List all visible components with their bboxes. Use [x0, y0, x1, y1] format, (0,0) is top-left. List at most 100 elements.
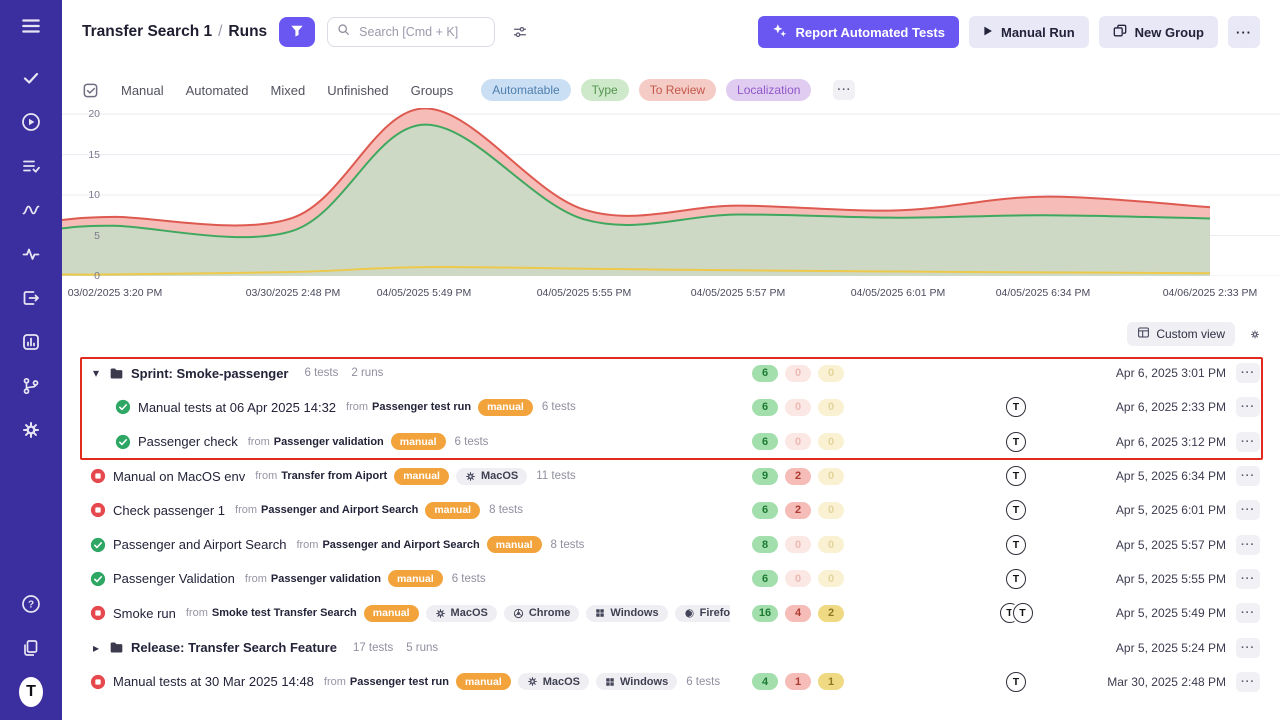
config-chip-windows: Windows: [596, 673, 677, 690]
logo-letter: T: [19, 677, 43, 707]
integrations-branch-icon[interactable]: [19, 374, 43, 398]
tab-groups[interactable]: Groups: [411, 83, 454, 98]
docs-icon[interactable]: [19, 636, 43, 660]
avatar[interactable]: T: [1006, 569, 1026, 589]
avatar[interactable]: T: [1006, 432, 1026, 452]
row-menu-button[interactable]: ···: [1236, 535, 1260, 555]
run-row[interactable]: Passenger and Airport SearchfromPassenge…: [80, 527, 1262, 561]
app-logo[interactable]: T: [19, 680, 43, 704]
result-badges: 1642: [752, 605, 844, 622]
result-badges: 600: [752, 433, 844, 450]
status-passed-icon: [90, 537, 106, 553]
avatar[interactable]: T: [1013, 603, 1033, 623]
run-row[interactable]: Check passenger 1 fromPassenger and Airpo…: [80, 493, 1262, 527]
row-menu-button[interactable]: ···: [1236, 500, 1260, 520]
group-icon: [1113, 24, 1127, 41]
config-chip-macos: MacOS: [426, 605, 497, 622]
header-more-button[interactable]: ···: [1228, 16, 1260, 48]
avatar[interactable]: T: [1006, 535, 1026, 555]
row-menu-button[interactable]: ···: [1236, 603, 1260, 623]
tests-icon[interactable]: [19, 66, 43, 90]
passed-badge: 16: [752, 605, 778, 622]
failed-badge: 2: [785, 468, 811, 485]
run-title[interactable]: Passenger Validation: [113, 571, 235, 586]
tab-manual[interactable]: Manual: [121, 83, 164, 98]
chevron-right-icon[interactable]: ▸: [90, 641, 102, 655]
tab-automated[interactable]: Automated: [186, 83, 249, 98]
chip-to-review[interactable]: To Review: [639, 79, 716, 101]
import-icon[interactable]: [19, 286, 43, 310]
manual-tag: manual: [478, 399, 533, 416]
new-group-button[interactable]: New Group: [1099, 16, 1218, 48]
passed-badge: 4: [752, 673, 778, 690]
activity-icon[interactable]: [19, 242, 43, 266]
manual-run-label: Manual Run: [1001, 25, 1075, 40]
search-input[interactable]: [357, 24, 485, 40]
row-menu-button[interactable]: ···: [1236, 638, 1260, 658]
runs-icon[interactable]: [19, 110, 43, 134]
reports-icon[interactable]: [19, 330, 43, 354]
run-source: fromPassenger and Airport Search: [235, 504, 418, 516]
avatar[interactable]: T: [1006, 397, 1026, 417]
row-menu-button[interactable]: ···: [1236, 569, 1260, 589]
row-main: Passenger ValidationfromPassenger valida…: [80, 570, 486, 587]
group-row[interactable]: ▸Release: Transfer Search Feature17 test…: [80, 630, 1262, 664]
group-row[interactable]: ▾Sprint: Smoke-passenger6 tests2 runs600…: [80, 356, 1262, 390]
search-settings-icon[interactable]: [507, 19, 533, 45]
tab-mixed[interactable]: Mixed: [271, 83, 306, 98]
run-row[interactable]: Manual on MacOS envfromTransfer from Aip…: [80, 459, 1262, 493]
run-row[interactable]: Manual tests at 06 Apr 2025 14:32fromPas…: [80, 390, 1262, 424]
failed-badge: 0: [785, 536, 811, 553]
custom-view-button[interactable]: Custom view: [1127, 322, 1235, 346]
chip-localization[interactable]: Localization: [726, 79, 811, 101]
x-tick-label: 04/05/2025 5:57 PM: [691, 287, 786, 299]
tests-count: 11 tests: [536, 470, 575, 482]
result-badges: 800: [752, 536, 844, 553]
test-plans-icon[interactable]: [19, 154, 43, 178]
help-icon[interactable]: ?: [19, 592, 43, 616]
status-failed-icon: [90, 605, 106, 621]
run-title[interactable]: Passenger check: [138, 434, 238, 449]
filter-button[interactable]: [279, 17, 315, 47]
run-title[interactable]: Passenger and Airport Search: [113, 537, 286, 552]
result-badges: 411: [752, 673, 844, 690]
settings-icon[interactable]: [19, 418, 43, 442]
run-row[interactable]: Passenger checkfromPassenger validationm…: [80, 425, 1262, 459]
firefox-icon: [684, 608, 695, 619]
chevron-down-icon[interactable]: ▾: [90, 366, 102, 380]
other-badge: 0: [818, 365, 844, 382]
row-menu-button[interactable]: ···: [1236, 397, 1260, 417]
chip-type[interactable]: Type: [581, 79, 629, 101]
avatar[interactable]: T: [1006, 466, 1026, 486]
x-tick-label: 04/06/2025 2:33 PM: [1163, 287, 1258, 299]
row-menu-button[interactable]: ···: [1236, 432, 1260, 452]
breadcrumb-project[interactable]: Transfer Search 1: [82, 23, 212, 40]
run-title[interactable]: Smoke run: [113, 606, 176, 621]
avatar[interactable]: T: [1006, 500, 1026, 520]
select-runs-icon[interactable]: [82, 82, 99, 99]
flaky-tests-icon[interactable]: [19, 198, 43, 222]
row-menu-button[interactable]: ···: [1236, 672, 1260, 692]
manual-run-button[interactable]: Manual Run: [969, 16, 1089, 48]
group-title[interactable]: Sprint: Smoke-passenger: [131, 366, 289, 381]
avatar[interactable]: T: [1006, 672, 1026, 692]
report-automated-tests-button[interactable]: Report Automated Tests: [758, 16, 959, 48]
run-title[interactable]: Manual tests at 30 Mar 2025 14:48: [113, 674, 314, 689]
row-menu-button[interactable]: ···: [1236, 363, 1260, 383]
run-row[interactable]: Passenger ValidationfromPassenger valida…: [80, 562, 1262, 596]
search-box[interactable]: [327, 17, 495, 47]
run-title[interactable]: Check passenger 1: [113, 503, 225, 518]
chip-automatable[interactable]: Automatable: [481, 79, 570, 101]
menu-icon[interactable]: [19, 14, 43, 38]
chips-more-button[interactable]: ···: [833, 80, 855, 100]
row-menu-button[interactable]: ···: [1236, 466, 1260, 486]
tab-unfinished[interactable]: Unfinished: [327, 83, 388, 98]
group-title[interactable]: Release: Transfer Search Feature: [131, 640, 337, 655]
run-title[interactable]: Manual tests at 06 Apr 2025 14:32: [138, 400, 336, 415]
view-settings-gear-icon[interactable]: [1244, 323, 1266, 345]
run-row[interactable]: Smoke runfromSmoke test Transfer Searchm…: [80, 596, 1262, 630]
run-row[interactable]: Manual tests at 30 Mar 2025 14:48fromPas…: [80, 665, 1262, 699]
assignee-avatars: T: [998, 672, 1034, 692]
row-main: Smoke runfromSmoke test Transfer Searchm…: [80, 605, 730, 622]
run-title[interactable]: Manual on MacOS env: [113, 469, 245, 484]
